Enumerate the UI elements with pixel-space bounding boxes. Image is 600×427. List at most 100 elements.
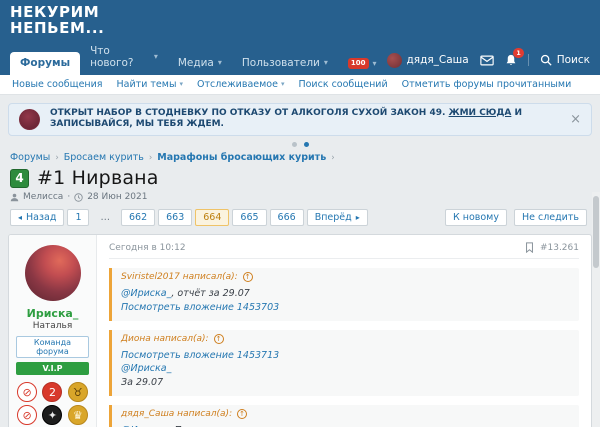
banner-dots — [0, 142, 600, 148]
subnav: Новые сообщения Найти темы ▾ Отслеживаемое ▾… — [0, 74, 600, 95]
quote-link[interactable]: @Ириска_ — [121, 363, 171, 374]
prev-page-button[interactable]: ◂ Назад — [10, 209, 65, 227]
subnav-item[interactable]: Найти темы ▾ — [117, 79, 183, 90]
stodnevka-logo-icon — [19, 108, 40, 130]
arrow-left-icon: ◂ — [18, 213, 23, 223]
subnav-item[interactable]: Новые сообщения — [12, 79, 103, 90]
chevron-down-icon: ▾ — [217, 58, 222, 68]
quote-author[interactable]: дядя_Саша написал(а): ↑ — [121, 408, 570, 419]
subnav-item[interactable]: Отслеживаемое ▾ — [197, 79, 285, 90]
tab-Форумы[interactable]: Форумы — [10, 51, 81, 75]
subnav-label: Новые сообщения — [12, 78, 103, 90]
envelope-icon — [480, 55, 494, 66]
quote-author[interactable]: Sviristel2017 написал(а): ↑ — [121, 272, 570, 283]
notice-text: ОТКРЫТ НАБОР В СТОДНЕВКУ ПО ОТКАЗУ ОТ АЛ… — [50, 107, 523, 130]
subnav-label: Поиск сообщений — [298, 78, 388, 90]
author-username[interactable]: Ириска_ — [15, 307, 90, 320]
page-button[interactable]: 663 — [158, 209, 193, 227]
thread-author[interactable]: Мелисса — [23, 192, 63, 202]
person-icon — [10, 193, 19, 202]
quote-author[interactable]: Диона написал(а): ↑ — [121, 333, 570, 344]
next-page-button[interactable]: Вперёд ▸ — [306, 209, 368, 227]
page-buttons: ◂ Назад 1 … 662 663 664 665 666 Вперёд ▸ — [10, 209, 371, 227]
quote-line: @Ириска_ — [121, 362, 570, 376]
no-alcohol-badge-icon: ⊘ — [17, 405, 38, 426]
quote-line: Посмотреть вложение 1453713 — [121, 349, 570, 363]
author-panel: Ириска_ Наталья Команда форума V.I.P ⊘ 2 ♉… — [9, 235, 97, 427]
subnav-item[interactable]: Поиск сообщений — [298, 79, 387, 90]
inbox-button[interactable] — [480, 55, 494, 66]
post-number[interactable]: #13.261 — [540, 243, 579, 253]
scrollbar-track[interactable] — [592, 192, 600, 427]
banner-dot-2[interactable] — [303, 142, 309, 148]
quote-body: @Ириска_, отчёт за 29.07 Посмотреть вложе… — [121, 287, 570, 315]
bookmark-icon[interactable] — [525, 242, 534, 254]
breadcrumb-item[interactable]: Марафоны бросающих курить — [157, 152, 326, 163]
logo-line-2: НЕПЬЕМ... — [10, 18, 105, 37]
arrow-right-icon: ▸ — [355, 213, 360, 223]
user-avatar — [386, 52, 402, 68]
alert-count-badge: 1 — [513, 47, 524, 58]
thread-title-row: 4 #1 Нирвана — [0, 166, 600, 191]
quote-text: , отчёт за 29.07 — [171, 288, 250, 300]
quote-link[interactable]: Посмотреть вложение 1453703 — [121, 302, 279, 313]
tab-label: Медиа — [177, 56, 214, 69]
tab-label: Пользователи — [241, 56, 320, 69]
page-button[interactable]: 664 — [195, 209, 230, 227]
breadcrumb-item[interactable]: Форумы — [10, 152, 50, 163]
post-timestamp[interactable]: Сегодня в 10:12 — [109, 243, 186, 253]
notice-link[interactable]: ЖМИ СЮДА — [449, 108, 512, 118]
notice-banner: ОТКРЫТ НАБОР В СТОДНЕВКУ ПО ОТКАЗУ ОТ АЛ… — [8, 102, 592, 137]
subnav-label: Отслеживаемое — [196, 78, 278, 90]
chevron-right-icon: › — [55, 152, 59, 163]
account-menu[interactable]: дядя_Саша — [386, 52, 469, 68]
page-button[interactable]: 666 — [269, 209, 304, 227]
close-icon[interactable]: × — [570, 113, 581, 126]
award-badges: ⊘2♉⊘✦♛♉2♥❄◀❀ — [15, 382, 90, 427]
chevron-down-icon: ▾ — [323, 58, 328, 68]
expand-up-arrow-icon: ↑ — [213, 333, 224, 344]
quote-link[interactable]: Посмотреть вложение 1453713 — [121, 350, 279, 361]
chevron-right-icon: › — [148, 152, 153, 163]
quote-line: @Ириска_, отчёт за 29.07 — [121, 287, 570, 301]
author-real-name: Наталья — [32, 321, 73, 332]
chevron-down-icon: ▾ — [280, 80, 285, 89]
unfollow-button[interactable]: Не следить — [513, 209, 587, 227]
tab-100[interactable]: 100 ▾ — [338, 53, 387, 75]
quote-link[interactable]: @Ириска_ — [121, 288, 171, 299]
page-button[interactable]: 662 — [120, 209, 156, 227]
banner-dot-1[interactable] — [291, 142, 297, 148]
alerts-button[interactable]: 1 — [505, 47, 524, 67]
quote-body: Посмотреть вложение 1453713 @Ириска_ За 29… — [121, 349, 570, 390]
thread-prefix-badge[interactable]: 4 — [10, 168, 29, 188]
scrollbar-thumb[interactable] — [593, 196, 599, 268]
breadcrumb-item[interactable]: Бросаем курить — [64, 152, 144, 163]
site-logo[interactable]: НЕКУРИМ НЕПЬЕМ... — [10, 4, 590, 37]
page-gap: … — [100, 212, 110, 224]
nav-user-area: дядя_Саша 1 Поиск — [386, 47, 590, 75]
search-button[interactable]: Поиск — [527, 54, 590, 67]
author-avatar[interactable] — [24, 245, 81, 302]
search-label: Поиск — [556, 54, 590, 67]
apple-2-badge-icon: 2 — [42, 382, 63, 403]
page-button[interactable]: 1 — [67, 209, 90, 227]
page-button[interactable]: 665 — [232, 209, 267, 227]
tab-Медиа[interactable]: Медиа ▾ — [168, 52, 232, 75]
expand-up-arrow-icon: ↑ — [242, 272, 253, 283]
user-name: дядя_Саша — [406, 54, 469, 67]
thread-date[interactable]: 28 Июн 2021 — [87, 192, 147, 202]
subnav-item[interactable]: Отметить форумы прочитанными — [402, 79, 572, 90]
thread-actions: К новому Не следить — [444, 209, 590, 227]
to-new-button[interactable]: К новому — [444, 209, 507, 227]
pagination: ◂ Назад 1 … 662 663 664 665 666 Вперёд ▸ К новому … — [0, 202, 600, 228]
search-icon — [540, 54, 552, 66]
winged-trophy-badge-icon: ♛ — [67, 405, 88, 426]
main-nav: Форумы Что нового? ▾ Медиа ▾ Пользователи ▾ 100… — [10, 40, 590, 75]
quote-line: За 29.07 — [121, 376, 570, 390]
quote-text: За 29.07 — [121, 377, 164, 389]
thread-meta: Мелисса · 28 Июн 2021 — [0, 191, 600, 202]
chevron-down-icon: ▾ — [153, 52, 158, 62]
tab-Что нового?[interactable]: Что нового? ▾ — [80, 40, 168, 75]
tab-Пользователи[interactable]: Пользователи ▾ — [232, 52, 338, 75]
tab-label: Форумы — [20, 56, 71, 69]
